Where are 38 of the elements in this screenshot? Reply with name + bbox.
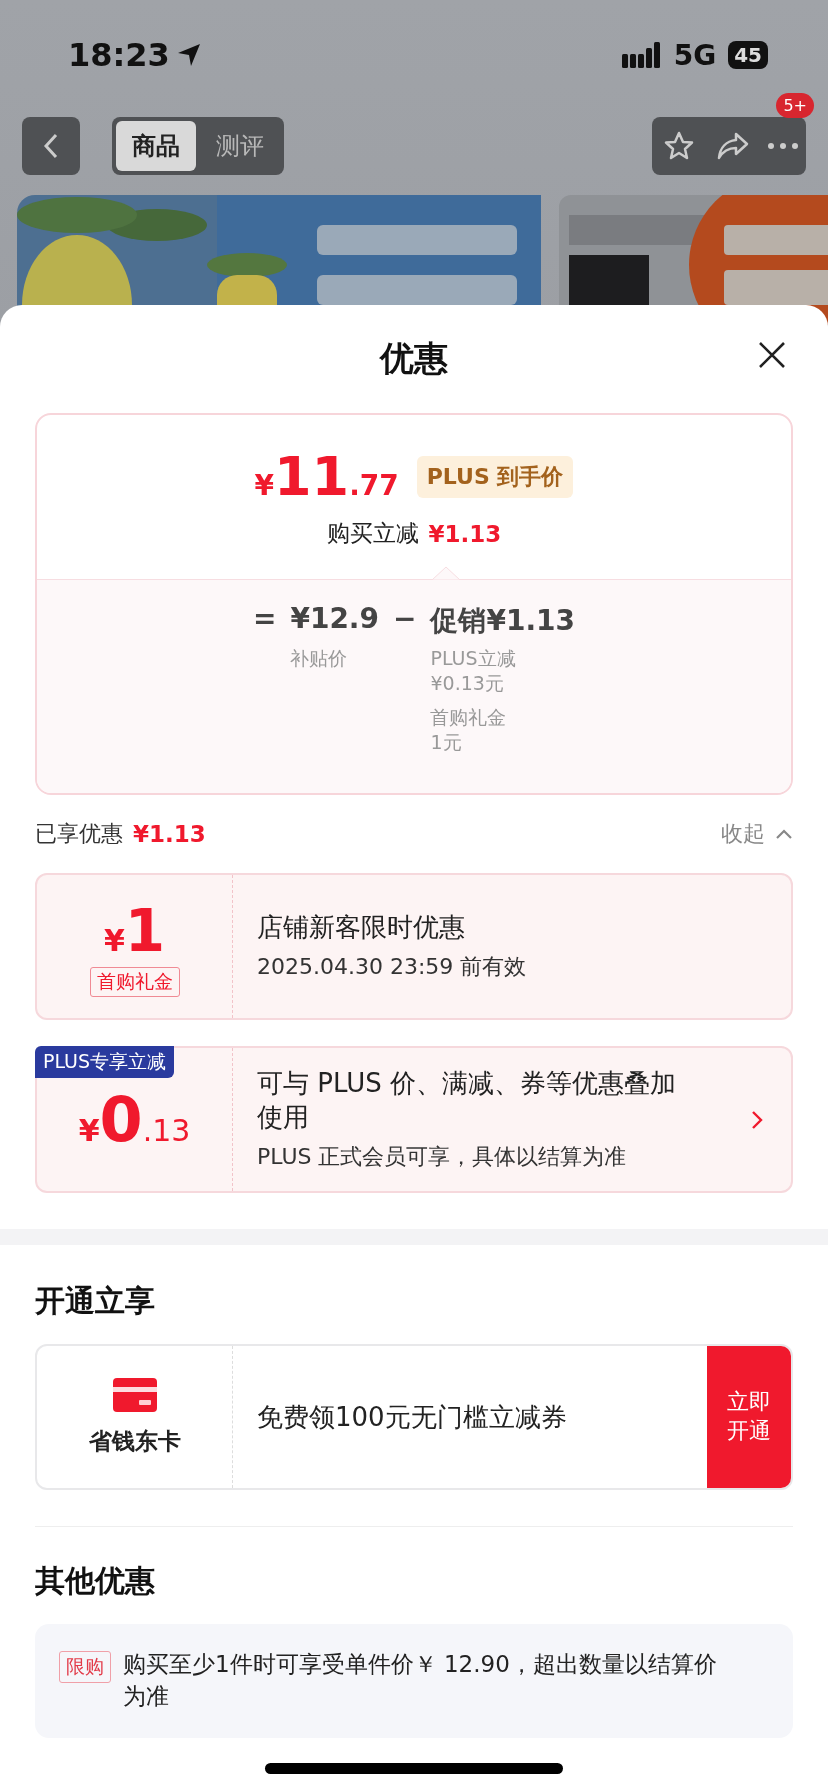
- reduce-label: 购买立减: [326, 519, 419, 548]
- promo-amount: 促销¥1.13: [430, 603, 576, 639]
- card-offer-text: 免费领100元无门槛立减券: [256, 1400, 568, 1434]
- enjoyed-amount: ¥1.13: [133, 821, 206, 847]
- promo-item-amount: ¥0.13元: [430, 670, 505, 696]
- open-now-button[interactable]: 立即开通: [707, 1346, 791, 1488]
- base-price-label: 补贴价: [290, 646, 349, 671]
- base-price: ¥12.9: [290, 602, 379, 637]
- equals-sign: =: [252, 602, 277, 637]
- coupon-subtitle: 2025.04.30 23:59 前有效: [257, 953, 528, 982]
- notification-badge: 5+: [776, 93, 814, 118]
- final-price: ¥11.77: [254, 445, 399, 508]
- coupon-title: 店铺新客限时优惠: [257, 910, 466, 944]
- coupon-tag: 首购礼金: [89, 966, 180, 997]
- promo-item-label: PLUS立减: [430, 646, 517, 671]
- reduce-amount: ¥1.13: [428, 520, 502, 547]
- minus-sign: −: [393, 602, 417, 637]
- section-title: 开通立享: [34, 1282, 156, 1320]
- promo-item-label: 首购礼金: [430, 705, 508, 731]
- coupon-title: 可与 PLUS 价、满减、券等优惠叠加使用: [257, 1066, 677, 1134]
- promo-item-amount: 1元: [430, 730, 463, 755]
- tab[interactable]: 商品: [116, 121, 196, 171]
- network-type: 5G: [673, 38, 717, 72]
- collapse-toggle[interactable]: 收起: [721, 819, 793, 849]
- battery-level: 45: [728, 41, 768, 69]
- card-name: 省钱东卡: [88, 1426, 181, 1456]
- section-title: 其他优惠: [34, 1562, 156, 1600]
- limit-tag: 限购: [59, 1651, 111, 1683]
- sheet-title: 优惠: [380, 337, 448, 380]
- coupon-subtitle: PLUS 正式会员可享，具体以结算为准: [257, 1143, 628, 1172]
- coupon-ribbon: PLUS专享立减: [35, 1046, 175, 1078]
- price-tag: PLUS 到手价: [416, 455, 574, 498]
- coupon-amount: ¥0.13: [78, 1083, 191, 1156]
- enjoyed-label: 已享优惠: [35, 820, 123, 848]
- tab[interactable]: 测评: [200, 121, 280, 171]
- status-time: 18:23: [68, 36, 170, 74]
- offer-text: 购买至少1件时可享受单件价￥ 12.90，超出数量以结算价为准: [123, 1650, 718, 1712]
- coupon-amount: ¥1: [103, 896, 166, 965]
